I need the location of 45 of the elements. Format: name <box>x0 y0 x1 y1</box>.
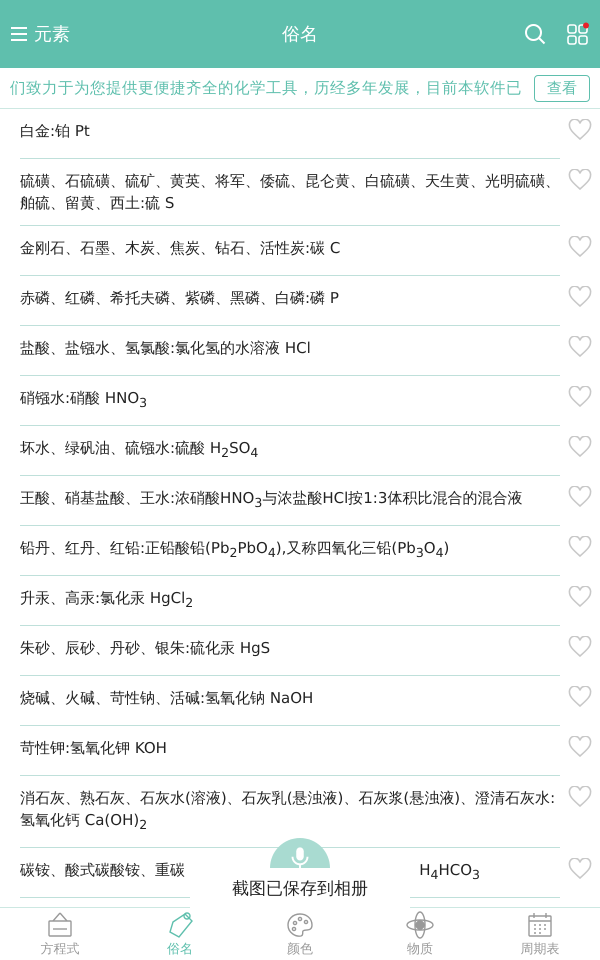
nav-tab[interactable]: 周期表 <box>480 908 600 960</box>
name-entry: 王酸、硝基盐酸、王水:浓硝酸HNO$_{3}$与浓盐酸HCl按1:3体积比混合的混合液 <box>20 488 522 512</box>
nav-tab[interactable]: 颜色 <box>240 908 360 960</box>
nav-tab[interactable]: 物质 <box>360 908 480 960</box>
heart-icon[interactable] <box>568 386 592 408</box>
search-icon[interactable] <box>524 23 546 45</box>
heart-icon[interactable] <box>568 436 592 458</box>
name-entry: 碳铵、酸式碳酸铵、重碳 <box>20 860 185 881</box>
heart-icon[interactable] <box>568 236 592 258</box>
heart-icon[interactable] <box>568 169 592 191</box>
name-entry: 盐酸、盐镪水、氢氯酸:氯化氢的水溶液 HCl <box>20 338 311 359</box>
nav-tab[interactable]: 方程式 <box>0 908 120 960</box>
name-entry: 硫磺、石硫磺、硫矿、黄英、将军、倭硫、昆仑黄、白硫磺、天生黄、光明硫磺、舶硫、留黄、西土:硫 S <box>20 171 560 214</box>
name-entry: 白金:铂 Pt <box>20 121 90 142</box>
nav-tab[interactable]: 俗名 <box>120 908 240 960</box>
name-entry: 苛性钾:氢氧化钾 KOH <box>20 738 167 759</box>
name-entry: H$_{4}$HCO$_{3}$ <box>419 860 480 884</box>
heart-icon[interactable] <box>568 336 592 358</box>
name-entry: 硝镪水:硝酸 HNO$_{3}$ <box>20 388 148 412</box>
page-title: 俗名 <box>282 23 318 46</box>
heart-icon[interactable] <box>568 119 592 141</box>
name-entry: 铅丹、红丹、红铅:正铅酸铅(Pb$_{2}$PbO$_{4}$),又称四氧化三铅(Pb$_{3}$O$_{4}$) <box>20 538 450 562</box>
menu-icon <box>10 26 28 42</box>
heart-icon[interactable] <box>568 858 592 880</box>
heart-icon[interactable] <box>568 686 592 708</box>
atom-icon <box>405 910 435 940</box>
heart-icon[interactable] <box>568 736 592 758</box>
heart-icon[interactable] <box>568 536 592 558</box>
heart-icon[interactable] <box>568 586 592 608</box>
grid-icon[interactable] <box>566 22 590 46</box>
heart-icon[interactable] <box>568 286 592 308</box>
menu-button[interactable]: 元素 <box>10 22 70 46</box>
name-entry: 升汞、高汞:氯化汞 HgCl$_{2}$ <box>20 588 194 612</box>
view-button[interactable]: 查看 <box>534 74 590 102</box>
name-entry: 赤磷、红磷、希托夫磷、紫磷、黑磷、白磷:磷 P <box>20 288 339 309</box>
microphone-button[interactable] <box>268 838 332 868</box>
heart-icon[interactable] <box>568 636 592 658</box>
notice-text: 们致力于为您提供更便捷齐全的化学工具，历经多年发展，目前本软件已 <box>10 78 522 98</box>
name-entry: 金刚石、石墨、木炭、焦炭、钻石、活性炭:碳 C <box>20 238 340 259</box>
heart-icon[interactable] <box>568 486 592 508</box>
name-entry: 烧碱、火碱、苛性钠、活碱:氢氧化钠 NaOH <box>20 688 314 709</box>
name-entry: 朱砂、辰砂、丹砂、银朱:硫化汞 HgS <box>20 638 270 659</box>
name-entry: 坏水、绿矾油、硫镪水:硫酸 H$_{2}$SO$_{4}$ <box>20 438 258 462</box>
name-entry: 消石灰、熟石灰、石灰水(溶液)、石灰乳(悬浊液)、石灰浆(悬浊液)、澄清石灰水:氢氧化钙 Ca(OH)$_{2}$ <box>20 788 556 834</box>
heart-icon[interactable] <box>568 786 592 808</box>
